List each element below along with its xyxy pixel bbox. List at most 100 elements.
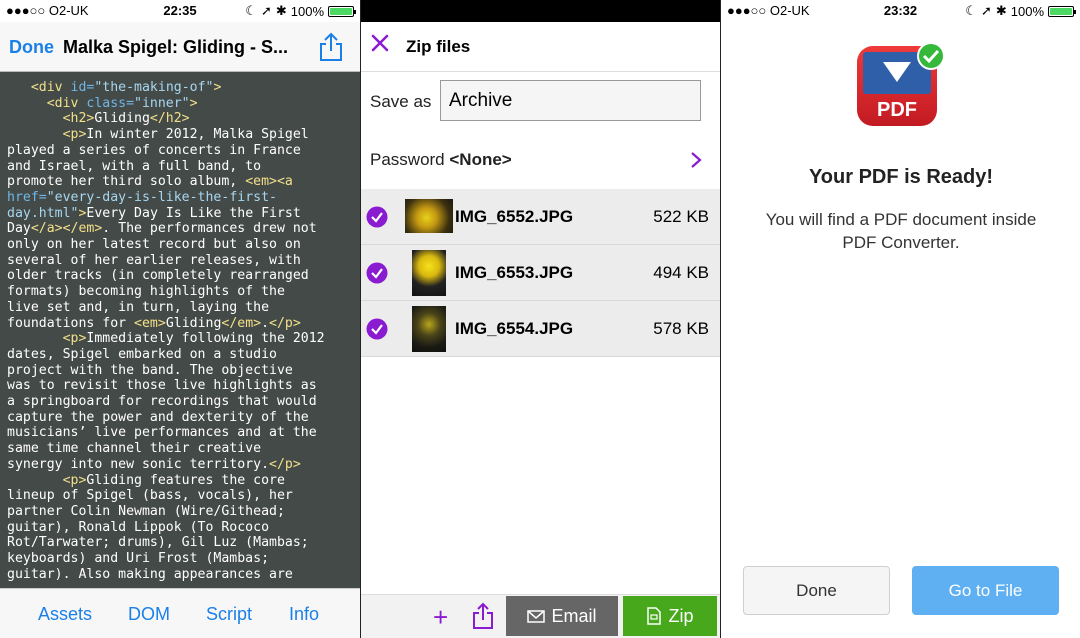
code-tag: > <box>213 80 222 95</box>
code-text: Day <box>7 221 31 237</box>
code-tag: <h2> <box>62 111 95 127</box>
code-text: guitar). Also making appearances are <box>7 566 293 582</box>
code-tag: </a></em> <box>30 221 103 237</box>
status-indicators: ☾ ➚ ✱ 100% <box>245 3 356 19</box>
code-line: capture the power and dexterity of the <box>7 410 354 426</box>
code-line: synergy into new sonic territory.</p> <box>7 457 354 473</box>
password-row[interactable]: Password <None> <box>370 150 512 170</box>
share-icon[interactable] <box>318 32 344 62</box>
file-row[interactable]: IMG_6553.JPG 494 KB <box>361 245 720 301</box>
file-size: 522 KB <box>653 207 709 226</box>
zip-header: Zip files <box>361 22 720 72</box>
code-line: project with the band. The objective <box>7 363 354 379</box>
tab-info[interactable]: Info <box>289 604 319 625</box>
code-tag: <p> <box>62 331 87 347</box>
pdf-ready-screen: ●●●○○ O2-UK 23:32 ☾ ➚ ✱ 100% PDF Your PD… <box>720 0 1080 638</box>
done-button[interactable]: Done <box>9 37 54 58</box>
file-list: IMG_6552.JPG 522 KB IMG_6553.JPG 494 KB … <box>361 189 720 357</box>
password-label: Password <box>370 150 445 169</box>
code-text: same time channel their creative <box>7 441 262 457</box>
tab-dom[interactable]: DOM <box>128 604 170 625</box>
code-line: and Israel, with a full band, to <box>7 159 354 175</box>
code-line: partner Colin Newman (Wire/Githead; <box>7 504 354 520</box>
go-to-file-button[interactable]: Go to File <box>912 566 1059 615</box>
file-thumbnail <box>405 199 453 233</box>
code-text: foundations for <box>7 315 135 331</box>
zip-title: Zip files <box>406 37 471 56</box>
file-row[interactable]: IMG_6552.JPG 522 KB <box>361 189 720 245</box>
code-tag: <p> <box>62 127 87 143</box>
code-line: <h2>Gliding</h2> <box>7 111 354 127</box>
code-str: "every-day-is-like-the-first- <box>46 189 277 205</box>
save-as-label: Save as <box>370 92 432 111</box>
code-text: older tracks (in completely rearranged <box>7 268 309 284</box>
add-button[interactable]: + <box>433 604 448 630</box>
source-code-view[interactable]: <div id="the-making-of"> <div class="inn… <box>0 72 360 588</box>
code-text: a springboard for recordings that would <box>7 394 317 410</box>
code-text: guitar), Ronald Lippok (To Rococo <box>7 519 270 535</box>
file-thumbnail <box>412 306 446 352</box>
code-text: project with the band. The objective <box>7 362 293 378</box>
checkmark-icon[interactable] <box>366 262 388 284</box>
code-tag: <em><a <box>245 174 293 190</box>
email-label: Email <box>551 605 597 626</box>
code-line: same time channel their creative <box>7 441 354 457</box>
code-text: lineup of Spigel (bass, vocals), her <box>7 488 293 504</box>
bluetooth-icon: ✱ <box>995 3 1007 18</box>
save-as-input[interactable] <box>440 80 701 121</box>
app-icon-label: PDF <box>877 99 917 121</box>
code-line: <p>Immediately following the 2012 <box>7 331 354 347</box>
code-text: Rot/Tarwater; drums), Gil Luz (Mambas; <box>7 535 309 551</box>
file-name: IMG_6552.JPG <box>455 207 574 226</box>
file-row[interactable]: IMG_6554.JPG 578 KB <box>361 301 720 357</box>
code-line: keyboards) and Uri Frost (Mambas; <box>7 551 354 567</box>
code-text: formats) becoming highlights of the <box>7 284 285 300</box>
code-line: Rot/Tarwater; drums), Gil Luz (Mambas; <box>7 535 354 551</box>
pdf-ready-heading: Your PDF is Ready! <box>808 166 994 188</box>
code-tag: </p> <box>269 456 301 472</box>
tab-assets[interactable]: Assets <box>38 604 92 625</box>
share-icon[interactable] <box>472 602 494 630</box>
done-button[interactable]: Done <box>743 566 890 615</box>
code-attr: id= <box>70 80 95 95</box>
file-name: IMG_6554.JPG <box>455 319 574 338</box>
file-name: IMG_6553.JPG <box>455 263 574 282</box>
moon-icon: ☾ <box>965 3 977 18</box>
code-text: Gliding <box>165 315 222 331</box>
status-indicators: ☾ ➚ ✱ 100% <box>965 3 1076 19</box>
code-text: synergy into new sonic territory. <box>7 456 270 472</box>
code-text: . <box>261 315 270 331</box>
battery-percent: 100% <box>290 3 324 19</box>
code-tag: <div <box>46 95 87 111</box>
code-text: Gliding <box>94 111 150 127</box>
code-text: capture the power and dexterity of the <box>7 409 309 425</box>
tab-bar: Assets DOM Script Info <box>0 588 360 638</box>
location-icon: ➚ <box>980 3 992 18</box>
code-line: guitar). Also making appearances are <box>7 567 354 583</box>
code-line: day.html">Every Day Is Like the First <box>7 206 354 222</box>
code-line: <p>In winter 2012, Malka Spigel <box>7 127 354 143</box>
status-bar <box>361 0 720 22</box>
code-line: guitar), Ronald Lippok (To Rococo <box>7 520 354 536</box>
email-button[interactable]: Email <box>506 596 618 636</box>
code-text: live set and, in turn, laying the <box>7 299 270 315</box>
code-text: musicians’ live performances and at the <box>7 425 317 441</box>
tab-script[interactable]: Script <box>206 604 252 625</box>
code-line: a springboard for recordings that would <box>7 394 354 410</box>
checkmark-icon[interactable] <box>366 206 388 228</box>
chevron-right-icon[interactable] <box>690 151 702 169</box>
code-line: <p>Gliding features the core <box>7 473 354 489</box>
code-tag: <div <box>30 80 71 95</box>
code-line: promote her third solo album, <em><a <box>7 174 354 190</box>
code-tag: </p> <box>269 315 301 331</box>
code-text: . The performances drew not <box>102 221 317 237</box>
page-title: Malka Spigel: Gliding - S... <box>63 37 289 57</box>
close-icon[interactable] <box>371 34 389 52</box>
code-tag: </em> <box>221 315 262 331</box>
status-bar: ●●●○○ O2-UK 22:35 ☾ ➚ ✱ 100% <box>0 0 360 22</box>
code-text: was to revisit those live highlights as <box>7 378 317 394</box>
zip-button[interactable]: Zip <box>623 596 717 636</box>
checkmark-icon[interactable] <box>366 318 388 340</box>
file-size: 578 KB <box>653 319 709 338</box>
zip-label: Zip <box>668 605 694 626</box>
